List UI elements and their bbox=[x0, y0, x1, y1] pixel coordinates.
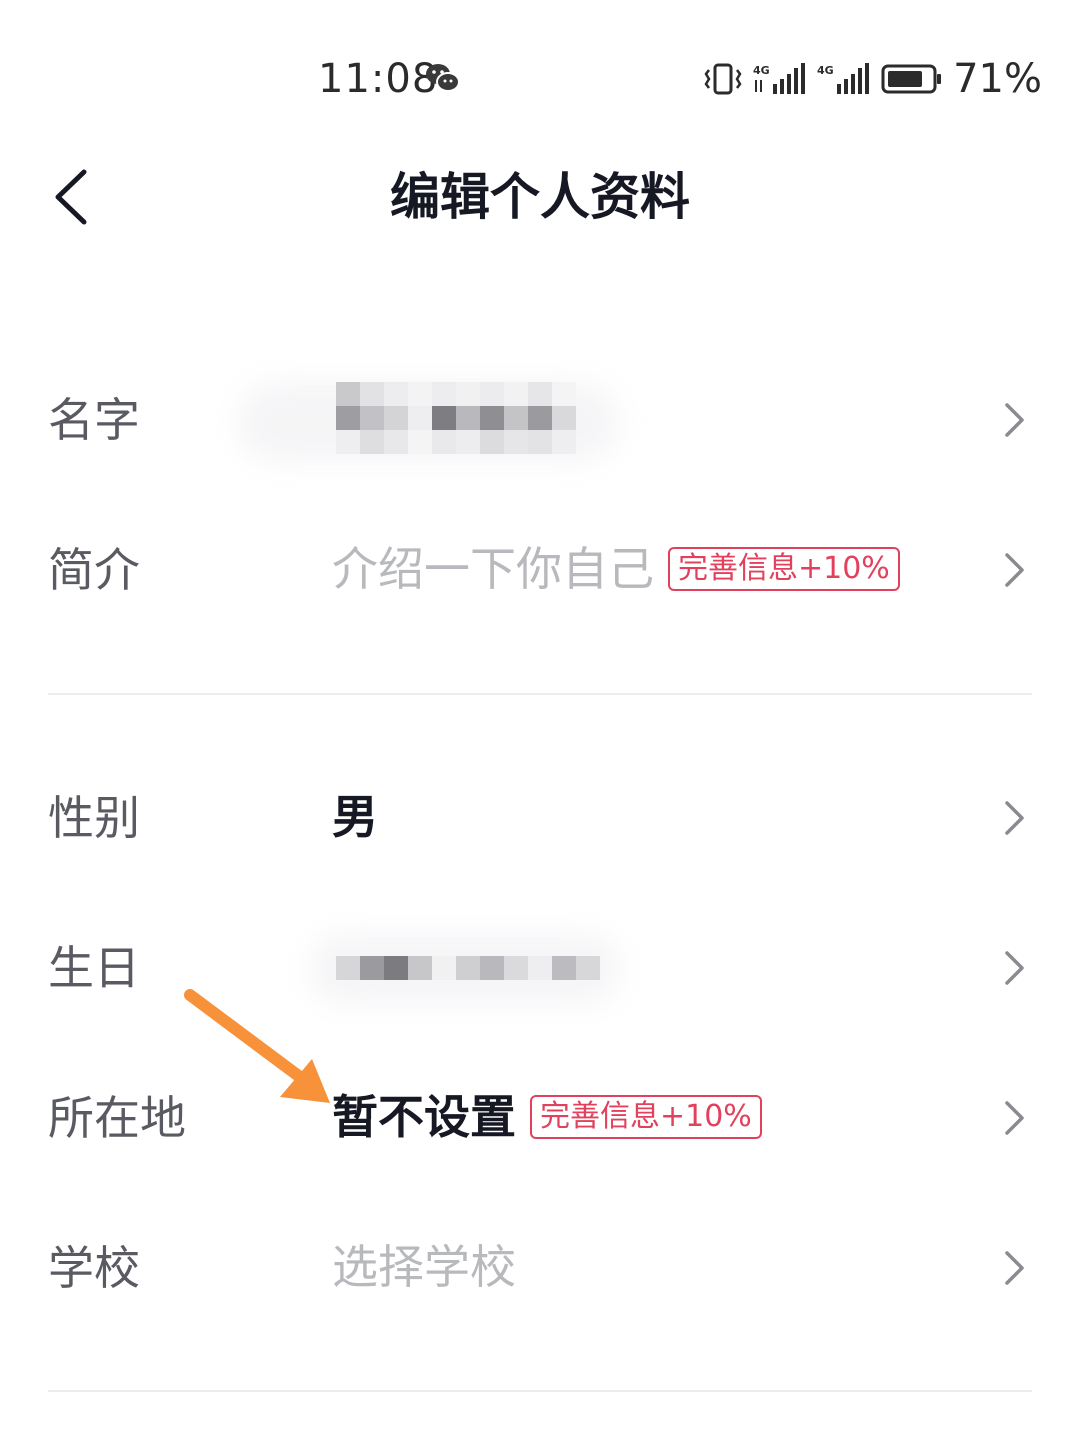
row-value-location: 暂不设置 完善信息+10% bbox=[332, 1086, 762, 1148]
row-gender[interactable]: 性别 男 bbox=[48, 758, 1032, 878]
row-label-school: 学校 bbox=[48, 1241, 140, 1295]
school-placeholder: 选择学校 bbox=[332, 1240, 516, 1294]
row-value-school: 选择学校 bbox=[332, 1236, 516, 1298]
redacted-birthday-value bbox=[336, 956, 600, 980]
status-time: 11:08 bbox=[318, 56, 439, 102]
chevron-right-icon bbox=[1005, 553, 1024, 587]
section-divider bbox=[48, 1390, 1032, 1392]
status-icons: 4G 4G 71% bbox=[703, 54, 1042, 104]
complete-info-badge: 完善信息+10% bbox=[668, 547, 900, 591]
nav-header: 编辑个人资料 bbox=[0, 140, 1080, 260]
row-school[interactable]: 学校 选择学校 bbox=[48, 1208, 1032, 1328]
location-value: 暂不设置 bbox=[332, 1090, 516, 1144]
status-bar: 11:08 4G 4G 71% bbox=[0, 0, 1080, 160]
wechat-notification-icon bbox=[426, 64, 460, 92]
row-label-birthday: 生日 bbox=[48, 941, 140, 995]
signal-4g-icon-1: 4G bbox=[753, 63, 806, 94]
row-label-gender: 性别 bbox=[48, 791, 140, 845]
chevron-right-icon bbox=[1005, 801, 1024, 835]
gender-value: 男 bbox=[332, 790, 378, 844]
section-divider bbox=[48, 693, 1032, 695]
row-value-gender: 男 bbox=[332, 786, 378, 848]
row-bio[interactable]: 简介 介绍一下你自己 完善信息+10% bbox=[48, 510, 1032, 630]
svg-text:4G: 4G bbox=[817, 64, 834, 77]
vibrate-icon bbox=[704, 63, 742, 95]
chevron-right-icon bbox=[1005, 403, 1024, 437]
page-title: 编辑个人资料 bbox=[390, 168, 690, 226]
row-label-bio: 简介 bbox=[48, 543, 140, 597]
row-name[interactable]: 名字 bbox=[48, 360, 1032, 480]
battery-icon bbox=[881, 64, 942, 94]
signal-4g-icon-2: 4G bbox=[817, 63, 870, 94]
redacted-name-value bbox=[336, 382, 576, 454]
bio-placeholder: 介绍一下你自己 bbox=[332, 542, 654, 596]
chevron-right-icon bbox=[1005, 1101, 1024, 1135]
battery-percentage: 71% bbox=[953, 56, 1042, 102]
svg-text:4G: 4G bbox=[753, 64, 770, 77]
chevron-right-icon bbox=[1005, 1251, 1024, 1285]
row-value-bio: 介绍一下你自己 完善信息+10% bbox=[332, 538, 900, 600]
complete-info-badge: 完善信息+10% bbox=[530, 1095, 762, 1139]
row-label-name: 名字 bbox=[48, 393, 140, 447]
chevron-right-icon bbox=[1005, 951, 1024, 985]
row-label-location: 所在地 bbox=[48, 1091, 186, 1145]
annotation-arrow-icon bbox=[184, 989, 330, 1103]
